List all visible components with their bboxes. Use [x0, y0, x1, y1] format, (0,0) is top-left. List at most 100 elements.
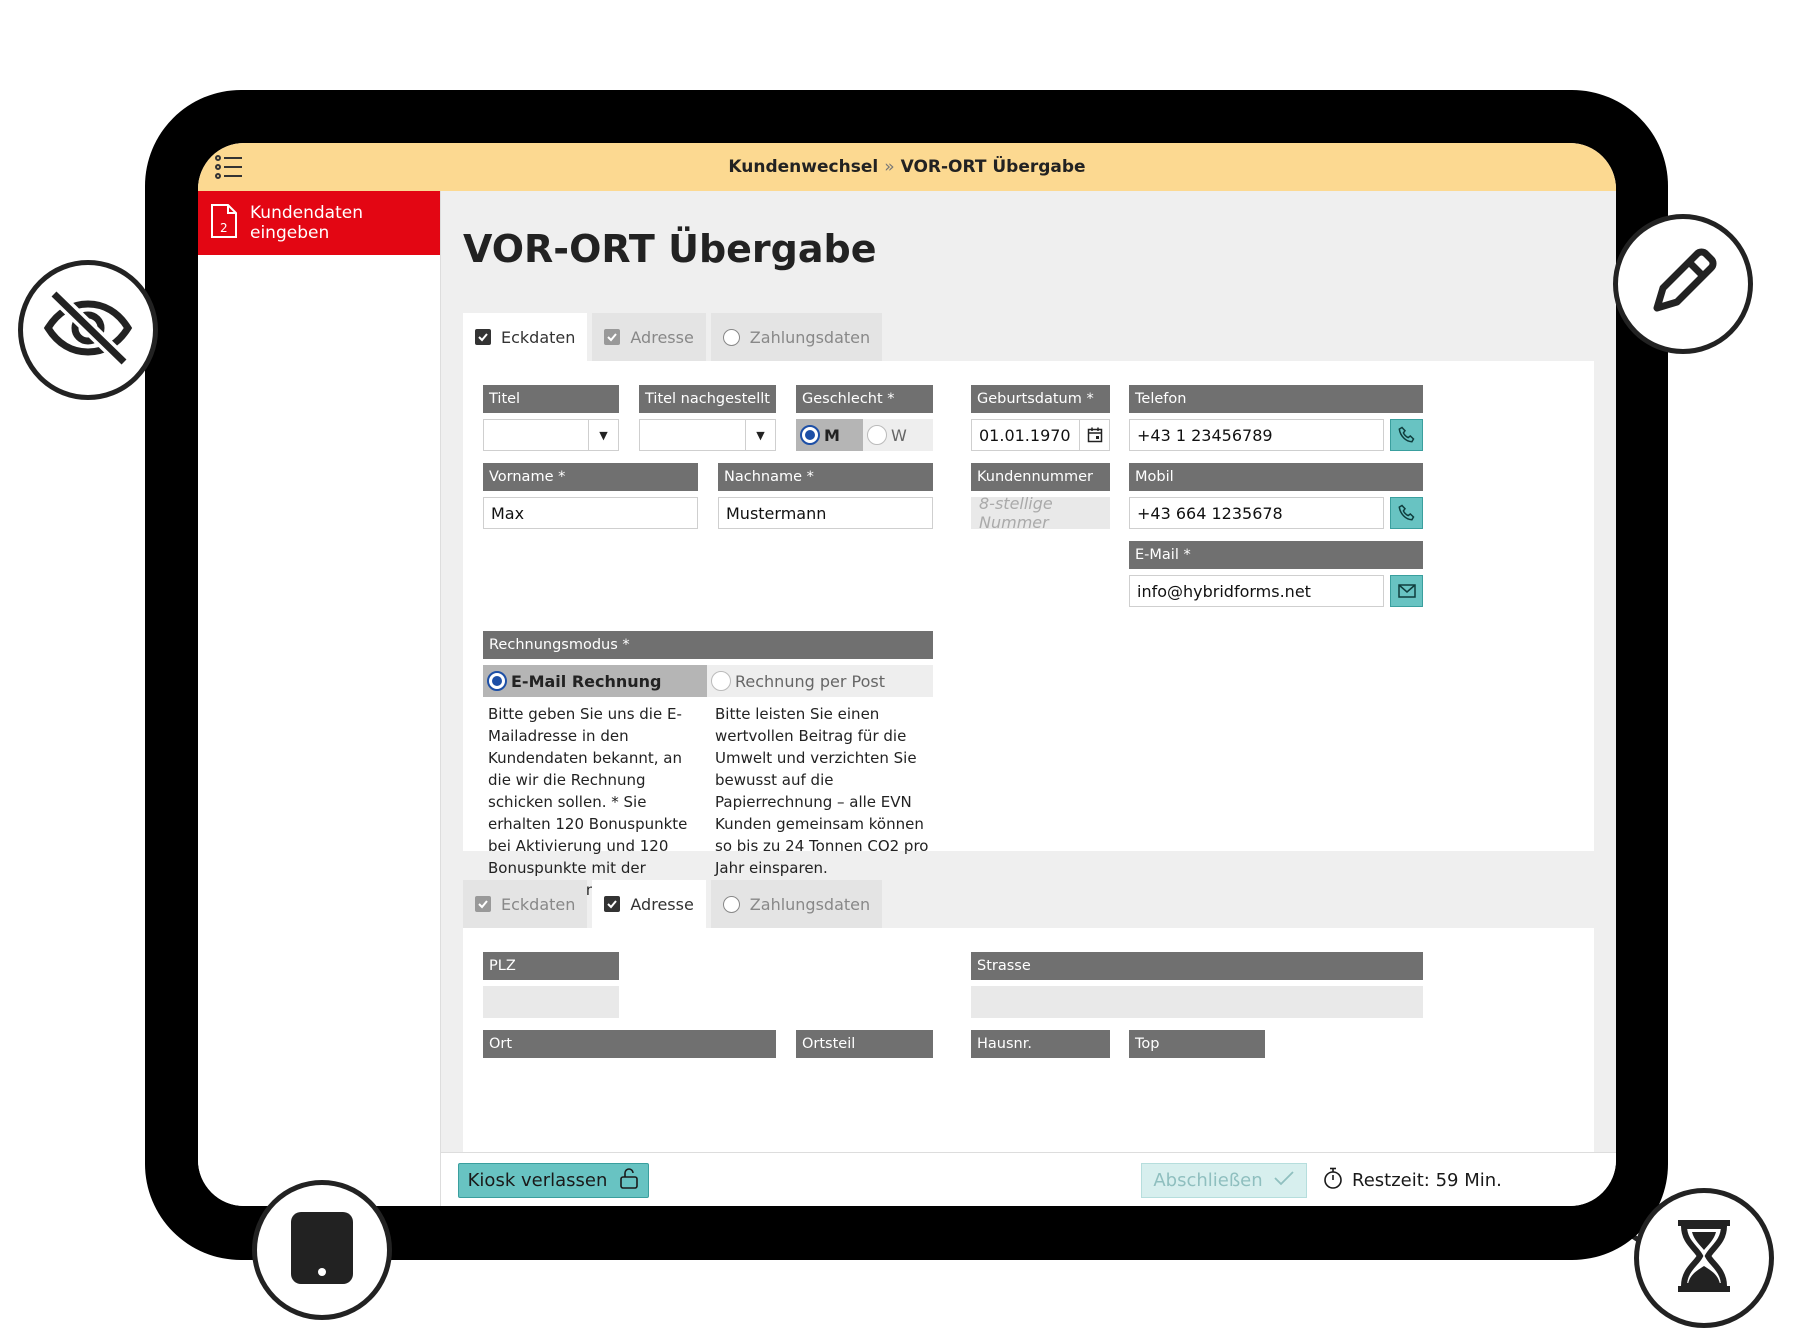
dropdown-arrow-icon: ▼ [588, 420, 618, 450]
field-strasse: Strasse [971, 952, 1423, 1018]
strasse-input[interactable] [971, 986, 1423, 1018]
panel-adresse: PLZ Strasse Ort Ortsteil Hausnr. Top [463, 928, 1594, 1152]
abschliessen-button[interactable]: Abschließen [1141, 1163, 1307, 1198]
field-label: Top [1129, 1030, 1265, 1058]
field-telefon: Telefon +43 1 23456789 [1129, 385, 1423, 451]
unlock-icon [619, 1167, 639, 1194]
field-titel-nachgestellt: Titel nachgestellt ▼ [639, 385, 776, 451]
call-mobil-button[interactable] [1390, 497, 1423, 529]
kiosk-verlassen-button[interactable]: Kiosk verlassen [458, 1163, 649, 1198]
field-label: Titel [483, 385, 619, 413]
field-nachname: Nachname * Mustermann [718, 463, 933, 529]
calendar-icon[interactable] [1079, 420, 1109, 450]
field-geschlecht: Geschlecht * M W [796, 385, 933, 451]
radio-selected-icon [800, 425, 820, 445]
checkbox-checked-icon [604, 329, 621, 345]
phone-icon [1397, 504, 1414, 521]
breadcrumb-parent[interactable]: Kundenwechsel [728, 157, 878, 177]
sidebar: 2 Kundendaten eingeben [198, 191, 441, 1206]
field-top: Top [1129, 1030, 1265, 1058]
send-email-button[interactable] [1390, 575, 1423, 607]
hourglass-icon [1676, 1218, 1732, 1298]
tab-label: Adresse [630, 327, 694, 347]
geschlecht-option-m[interactable]: M [796, 419, 863, 451]
geburtsdatum-input[interactable]: 01.01.1970 [971, 419, 1110, 451]
field-hausnr: Hausnr. [971, 1030, 1110, 1058]
panel-eckdaten: Titel ▼ Titel nachgestellt ▼ Geschlecht … [463, 361, 1594, 899]
rechnungsmodus-option-post[interactable]: Rechnung per Post [707, 665, 933, 697]
hidden-eye-icon [40, 288, 136, 372]
geschlecht-radio-group: M W [796, 419, 933, 451]
field-label: Hausnr. [971, 1030, 1110, 1058]
sidebar-item-label: Kundendaten eingeben [250, 203, 363, 243]
field-label: Ort [483, 1030, 776, 1058]
rechnungsmodus-description-email: Bitte geben Sie uns die E-Mailadresse in… [488, 705, 688, 899]
phone-icon [1397, 426, 1414, 443]
stopwatch-icon [1323, 1167, 1343, 1194]
tab-zahlungsdaten[interactable]: Zahlungsdaten [710, 880, 883, 928]
radio-empty-icon [711, 671, 731, 691]
callout-tablet [252, 1180, 392, 1320]
tab-zahlungsdaten[interactable]: Zahlungsdaten [710, 313, 883, 361]
top-bar: Kundenwechsel » VOR-ORT Übergabe [198, 143, 1616, 191]
titel-select[interactable]: ▼ [483, 419, 619, 451]
field-label: PLZ [483, 952, 619, 980]
dropdown-arrow-icon: ▼ [745, 420, 775, 450]
tab-label: Zahlungsdaten [749, 894, 871, 914]
field-label: Kundennummer [971, 463, 1110, 491]
field-vorname: Vorname * Max [483, 463, 698, 529]
titel-nachgestellt-select[interactable]: ▼ [639, 419, 776, 451]
restzeit-display: Restzeit: 59 Min. [1323, 1167, 1502, 1194]
checkbox-checked-icon [604, 896, 621, 912]
geschlecht-option-w[interactable]: W [863, 419, 933, 451]
radio-selected-icon [487, 671, 507, 691]
email-input[interactable]: info@hybridforms.net [1129, 575, 1384, 607]
checkbox-checked-icon [475, 896, 491, 912]
field-label: E-Mail * [1129, 541, 1423, 569]
breadcrumb: Kundenwechsel » VOR-ORT Übergabe [728, 157, 1085, 177]
page-title: VOR-ORT Übergabe [463, 227, 877, 271]
field-label: Strasse [971, 952, 1423, 980]
tab-eckdaten[interactable]: Eckdaten [463, 880, 588, 928]
tabs-section-2: Eckdaten Adresse Zahlungsdaten [463, 880, 883, 928]
restzeit-text: Restzeit: 59 Min. [1352, 1170, 1502, 1191]
pencil-icon [1643, 242, 1723, 326]
mobil-input[interactable]: +43 664 1235678 [1129, 497, 1384, 529]
callout-pencil [1613, 214, 1753, 354]
document-icon: 2 [210, 203, 238, 244]
call-telefon-button[interactable] [1390, 419, 1423, 451]
plz-input[interactable] [483, 986, 619, 1018]
field-email: E-Mail * info@hybridforms.net [1129, 541, 1423, 607]
rechnungsmodus-option-email[interactable]: E-Mail Rechnung [483, 665, 707, 697]
main-content: VOR-ORT Übergabe Eckdaten Adresse Zahlun… [441, 191, 1616, 1152]
field-titel: Titel ▼ [483, 385, 619, 451]
checkbox-checked-icon [475, 329, 491, 345]
tab-adresse[interactable]: Adresse [592, 880, 706, 928]
sidebar-item-badge: 2 [220, 221, 228, 235]
field-label: Geschlecht * [796, 385, 933, 413]
field-geburtsdatum: Geburtsdatum * 01.01.1970 [971, 385, 1110, 451]
sidebar-item-kundendaten[interactable]: 2 Kundendaten eingeben [198, 191, 440, 255]
tab-adresse[interactable]: Adresse [592, 313, 706, 361]
telefon-input[interactable]: +43 1 23456789 [1129, 419, 1384, 451]
nachname-input[interactable]: Mustermann [718, 497, 933, 529]
field-kundennummer: Kundennummer 8-stellige Nummer [971, 463, 1110, 532]
field-mobil: Mobil +43 664 1235678 [1129, 463, 1423, 529]
kundennummer-input[interactable]: 8-stellige Nummer [971, 494, 1110, 532]
tablet-icon [289, 1210, 355, 1290]
field-label: Mobil [1129, 463, 1423, 491]
radio-empty-icon [722, 328, 740, 346]
breadcrumb-current: VOR-ORT Übergabe [900, 157, 1086, 177]
field-label: Geburtsdatum * [971, 385, 1110, 413]
callout-hourglass [1634, 1188, 1774, 1328]
checkmark-icon [1273, 1170, 1295, 1191]
menu-list-icon[interactable] [214, 153, 244, 181]
vorname-input[interactable]: Max [483, 497, 698, 529]
tab-label: Eckdaten [501, 327, 576, 347]
tab-eckdaten[interactable]: Eckdaten [463, 313, 588, 361]
tab-label: Eckdaten [501, 894, 576, 914]
field-plz: PLZ [483, 952, 619, 1018]
field-label: Vorname * [483, 463, 698, 491]
rechnungsmodus-radio-group: E-Mail Rechnung Rechnung per Post [483, 665, 933, 697]
callout-hidden-eye [18, 260, 158, 400]
